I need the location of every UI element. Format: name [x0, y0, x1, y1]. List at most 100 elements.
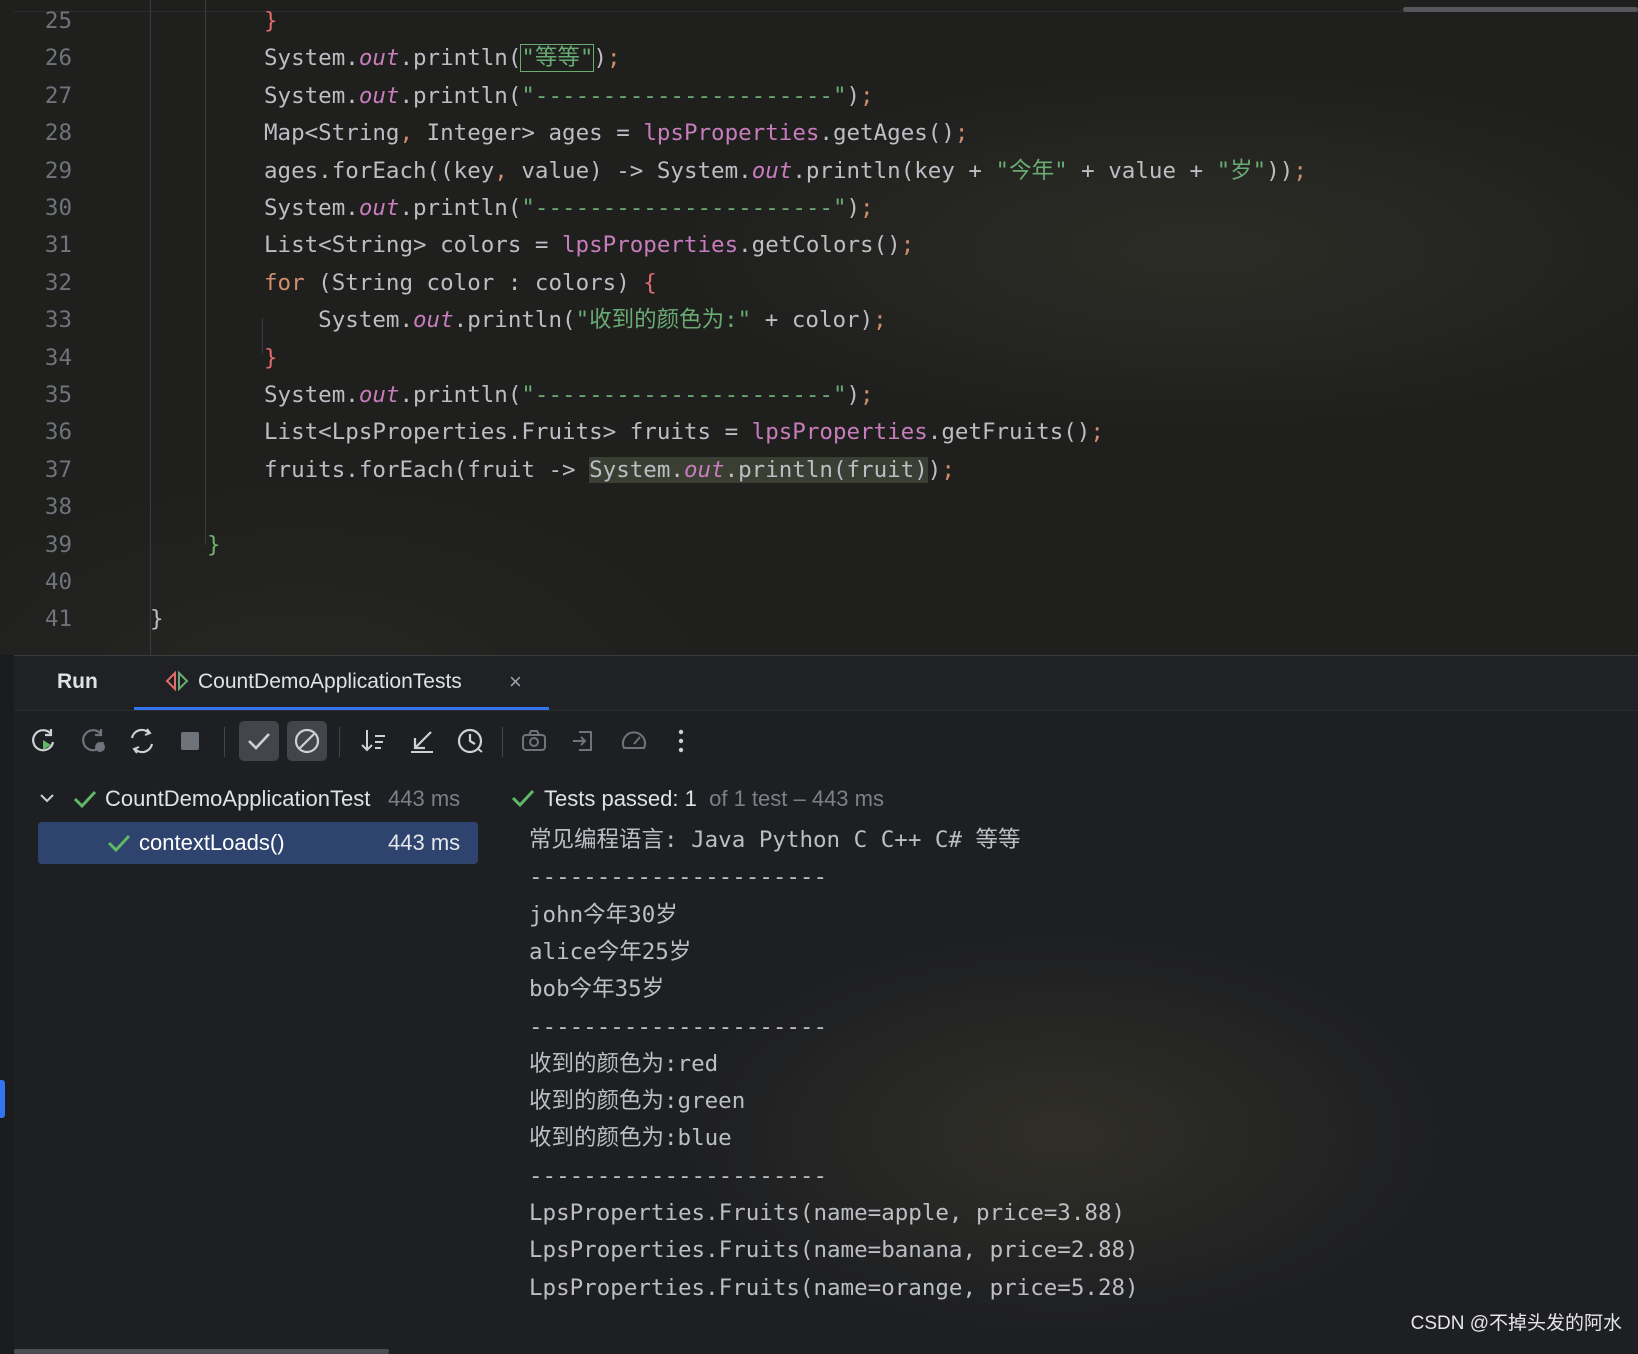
tests-passed-label: Tests passed: 1 — [544, 786, 697, 811]
code-token: ; — [860, 82, 874, 109]
console-line: LpsProperties.Fruits(name=apple, price=3… — [529, 1200, 1126, 1226]
code-token: out — [358, 45, 400, 72]
code-token: lpsProperties — [751, 419, 928, 446]
code-token: System. — [264, 307, 414, 334]
line-number[interactable]: 28 — [14, 114, 72, 153]
run-window-title: Run — [57, 670, 98, 693]
code-token: out — [683, 456, 725, 483]
code-token: Integer> ages = — [426, 120, 644, 147]
code-token: } — [264, 344, 278, 371]
code-line[interactable]: 36 List<LpsProperties.Fruits> fruits = lp… — [14, 413, 1638, 452]
code-editor[interactable]: 25} 26 System.out.println("等等"); 27 System.o… — [0, 0, 1638, 655]
line-number[interactable]: 39 — [14, 526, 72, 565]
passed-check-icon — [106, 822, 132, 878]
line-number[interactable]: 36 — [14, 413, 72, 452]
code-text: List<String> colors = lpsProperties.getC… — [264, 226, 914, 265]
console-line: ---------------------- — [529, 1162, 828, 1189]
code-token: ; — [900, 232, 915, 259]
line-number[interactable]: 30 — [14, 189, 72, 228]
sort-icon[interactable] — [354, 721, 394, 761]
line-number[interactable]: 34 — [14, 339, 72, 378]
code-text: for (String color : colors) { — [264, 264, 657, 303]
line-number[interactable]: 37 — [14, 451, 72, 490]
code-token: { — [643, 269, 657, 296]
code-line[interactable]: 37 fruits.forEach(fruit -> System.out.pri… — [14, 451, 1638, 490]
collapse-icon[interactable] — [402, 721, 442, 761]
code-line[interactable]: 38 — [14, 488, 1638, 527]
code-line[interactable]: 31 List<String> colors = lpsProperties.ge… — [14, 226, 1638, 265]
line-number[interactable]: 26 — [14, 39, 72, 78]
screenshot-icon[interactable] — [514, 721, 554, 761]
toolbar-separator — [502, 727, 503, 757]
tab-count-demo-application-tests[interactable]: CountDemoApplicationTests × — [134, 656, 549, 711]
code-token: "----------------------" — [521, 82, 847, 109]
line-number[interactable]: 27 — [14, 77, 72, 116]
line-number[interactable]: 31 — [14, 226, 72, 265]
tree-root-node[interactable]: CountDemoApplicationTest 443 ms — [14, 778, 502, 820]
code-line[interactable]: 35 System.out.println("------------------… — [14, 376, 1638, 415]
rerun-failed-icon[interactable] — [74, 721, 114, 761]
code-token: List<String> colors = — [264, 232, 563, 259]
code-token: ; — [860, 382, 874, 408]
code-line[interactable]: 30 System.out.println("------------------… — [14, 189, 1638, 228]
code-token: out — [358, 82, 400, 109]
tree-child-time: 443 ms — [388, 830, 461, 855]
line-number[interactable]: 25 — [14, 2, 72, 41]
code-line[interactable]: 41} — [14, 600, 1638, 639]
console-line: LpsProperties.Fruits(name=orange, price=… — [529, 1274, 1139, 1301]
line-number[interactable]: 40 — [14, 563, 72, 602]
stop-icon[interactable] — [170, 721, 210, 761]
code-token: + value + — [1067, 157, 1217, 184]
show-ignored-icon[interactable] — [287, 721, 327, 761]
code-line[interactable]: 40 — [14, 563, 1638, 602]
code-line[interactable]: 29 ages.forEach((key, value) -> System.ou… — [14, 152, 1638, 191]
code-token: out — [358, 382, 400, 408]
code-line[interactable]: 32 for (String color : colors) { — [14, 264, 1638, 303]
code-line[interactable]: 26 System.out.println("等等"); — [14, 39, 1638, 78]
show-passed-icon[interactable] — [239, 721, 279, 761]
code-token: } — [150, 606, 164, 633]
export-icon[interactable] — [564, 721, 604, 761]
tree-root-label: CountDemoApplicationTest — [105, 786, 371, 811]
toolbar-separator — [224, 727, 225, 757]
code-token: )) — [1266, 157, 1294, 184]
line-number[interactable]: 29 — [14, 152, 72, 191]
line-number[interactable]: 33 — [14, 301, 72, 340]
line-number[interactable]: 41 — [14, 600, 72, 639]
code-token: ; — [860, 195, 874, 221]
close-icon[interactable]: × — [509, 669, 522, 695]
line-number[interactable]: 38 — [14, 488, 72, 527]
code-token: .println( — [399, 382, 522, 408]
code-line[interactable]: 28 Map<String, Integer> ages = lpsPropert… — [14, 114, 1638, 153]
line-number[interactable]: 35 — [14, 376, 72, 415]
console-output[interactable]: 常见编程语言: Java Python C C++ C# 等等 ---------… — [502, 827, 1638, 1354]
code-text: fruits.forEach(fruit -> System.out.print… — [264, 451, 955, 490]
left-tool-marker — [0, 1080, 5, 1118]
code-text: System.out.println("等等"); — [264, 39, 621, 78]
line-number[interactable]: 32 — [14, 264, 72, 303]
code-line[interactable]: 25} — [14, 2, 1638, 41]
code-line[interactable]: 39} — [14, 526, 1638, 565]
code-token: Map<String — [264, 120, 400, 147]
rerun-icon[interactable] — [24, 721, 64, 761]
code-token: System. — [264, 45, 359, 72]
code-text: Map<String, Integer> ages = lpsPropertie… — [264, 114, 968, 153]
more-icon[interactable] — [661, 721, 701, 761]
toggle-auto-test-icon[interactable] — [122, 721, 162, 761]
code-line[interactable]: 34} — [14, 339, 1638, 378]
tree-root-time: 443 ms — [388, 786, 461, 811]
code-token: out — [358, 195, 400, 221]
coverage-icon[interactable] — [614, 721, 654, 761]
code-token: (String color : colors) — [304, 269, 644, 296]
code-token: } — [264, 8, 278, 34]
code-line[interactable]: 27 System.out.println("------------------… — [14, 77, 1638, 116]
console-line: bob今年35岁 — [529, 976, 665, 1003]
csdn-watermark: CSDN @不掉头发的阿水 — [1410, 1313, 1622, 1334]
code-token: System. — [589, 456, 684, 483]
tree-child-node[interactable]: contextLoads() 443 ms — [14, 822, 502, 864]
code-text: } — [264, 2, 278, 41]
code-line[interactable]: 33 System.out.println("收到的颜色为:" + color)… — [14, 301, 1638, 340]
tree-horizontal-scrollbar[interactable] — [14, 1349, 389, 1354]
code-token: .getColors() — [738, 232, 901, 259]
history-icon[interactable] — [450, 721, 490, 761]
